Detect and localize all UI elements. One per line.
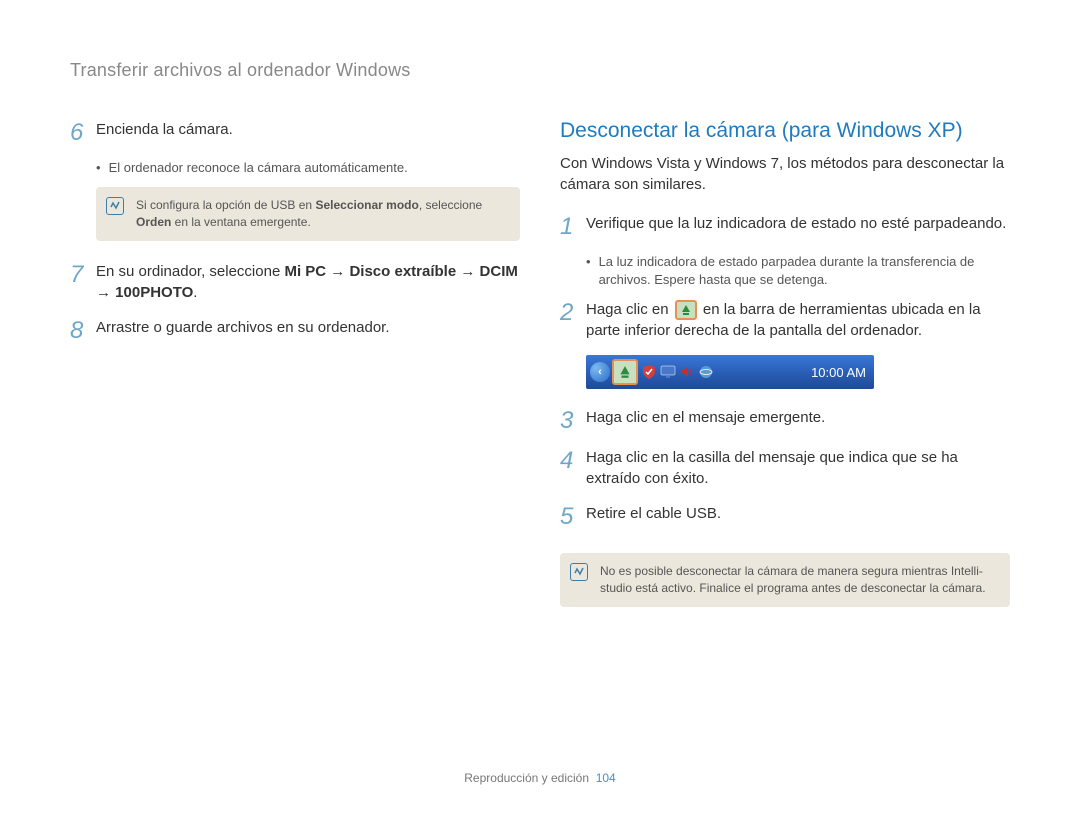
step-8: 8 Arrastre o guarde archivos en su orden… (70, 317, 520, 343)
taskbar-screenshot: ‹ 10:00 AM (586, 355, 874, 389)
tray-shield-icon (641, 364, 657, 380)
arrow: → (96, 284, 115, 301)
note-text-pre: Si configura la opción de USB en (136, 198, 315, 212)
step-text: Arrastre o guarde archivos en su ordenad… (96, 317, 520, 338)
step7-post: . (193, 284, 197, 301)
step-number: 8 (70, 317, 96, 343)
step-text: Encienda la cámara. (96, 119, 520, 140)
page-footer: Reproducción y edición 104 (0, 771, 1080, 785)
step2-pre: Haga clic en (586, 301, 673, 318)
step-text: Haga clic en la casilla del mensaje que … (586, 447, 1010, 489)
tray-monitor-icon (660, 364, 676, 380)
note-bold-2: Orden (136, 215, 171, 229)
step-6: 6 Encienda la cámara. (70, 119, 520, 145)
tray-icons-group (641, 364, 714, 380)
step-6-bullet: • El ordenador reconoce la cámara automá… (96, 159, 520, 177)
taskbar-clock: 10:00 AM (811, 365, 866, 380)
note-icon (570, 563, 588, 581)
bullet-dot: • (586, 253, 591, 271)
step-number: 2 (560, 299, 586, 325)
step7-b1: Mi PC (284, 263, 326, 280)
step7-b4: 100PHOTO (115, 284, 193, 301)
step-2: 2 Haga clic en en la barra de herramient… (560, 299, 1010, 341)
bullet-text: La luz indicadora de estado parpadea dur… (599, 253, 1010, 289)
note-text-mid: , seleccione (419, 198, 482, 212)
step-7: 7 En su ordinador, seleccione Mi PC → Di… (70, 261, 520, 303)
bullet-dot: • (96, 159, 101, 177)
note-text: No es posible desconectar la cámara de m… (600, 564, 986, 595)
safely-remove-icon (675, 300, 697, 320)
step7-pre: En su ordinador, seleccione (96, 263, 284, 280)
right-column: Desconectar la cámara (para Windows XP) … (560, 119, 1010, 627)
left-column: 6 Encienda la cámara. • El ordenador rec… (70, 119, 520, 627)
step-number: 6 (70, 119, 96, 145)
step-number: 1 (560, 213, 586, 239)
footer-section: Reproducción y edición (464, 771, 589, 785)
step-number: 5 (560, 503, 586, 529)
step-5: 5 Retire el cable USB. (560, 503, 1010, 529)
step-text: Verifique que la luz indicadora de estad… (586, 213, 1010, 234)
note-text-post: en la ventana emergente. (171, 215, 310, 229)
note-box-intellistudio: No es posible desconectar la cámara de m… (560, 553, 1010, 607)
step7-b3: DCIM (480, 263, 518, 280)
step7-b2: Disco extraíble (349, 263, 456, 280)
taskbar-safely-remove-icon (612, 359, 638, 385)
step-3: 3 Haga clic en el mensaje emergente. (560, 407, 1010, 433)
page-header: Transferir archivos al ordenador Windows (70, 60, 1010, 81)
tray-network-icon (698, 364, 714, 380)
step-number: 7 (70, 261, 96, 287)
step-4: 4 Haga clic en la casilla del mensaje qu… (560, 447, 1010, 489)
step-text: Haga clic en en la barra de herramientas… (586, 299, 1010, 341)
step-number: 3 (560, 407, 586, 433)
footer-page-number: 104 (596, 771, 616, 785)
step-text: Haga clic en el mensaje emergente. (586, 407, 1010, 428)
step-text: Retire el cable USB. (586, 503, 1010, 524)
step-1-bullet: • La luz indicadora de estado parpadea d… (586, 253, 1010, 289)
taskbar-expand-icon: ‹ (590, 362, 610, 382)
note-box-usb: Si configura la opción de USB en Selecci… (96, 187, 520, 241)
section-heading: Desconectar la cámara (para Windows XP) (560, 119, 1010, 143)
note-bold-1: Seleccionar modo (315, 198, 418, 212)
section-intro: Con Windows Vista y Windows 7, los métod… (560, 153, 1010, 195)
bullet-text: El ordenador reconoce la cámara automáti… (109, 159, 408, 177)
step-1: 1 Verifique que la luz indicadora de est… (560, 213, 1010, 239)
arrow: → (456, 263, 479, 280)
arrow: → (326, 263, 349, 280)
note-icon (106, 197, 124, 215)
step-number: 4 (560, 447, 586, 473)
content-columns: 6 Encienda la cámara. • El ordenador rec… (70, 119, 1010, 627)
step-text: En su ordinador, seleccione Mi PC → Disc… (96, 261, 520, 303)
tray-volume-icon (679, 364, 695, 380)
